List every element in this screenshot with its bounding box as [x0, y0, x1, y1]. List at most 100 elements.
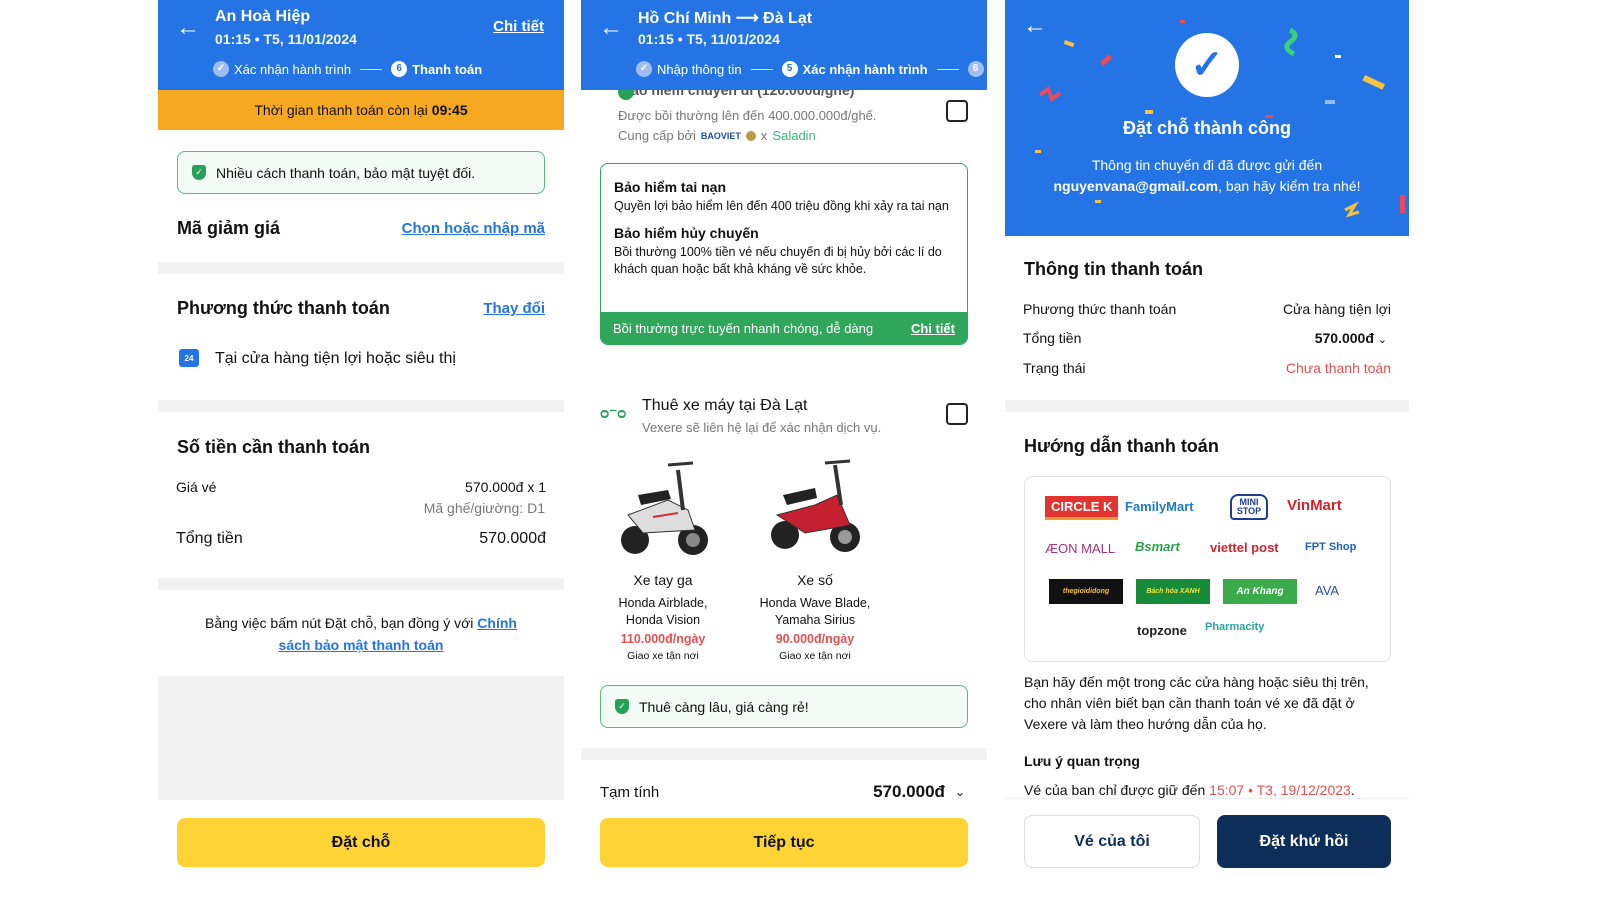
email: nguyenvana@gmail.com — [1053, 178, 1219, 194]
agreement: Bằng việc bấm nút Đặt chỗ, bạn đồng ý vớ… — [188, 612, 534, 656]
amount-title: Số tiền cần thanh toán — [177, 437, 371, 457]
step-number: 5 — [781, 61, 798, 77]
underbone-bike-image — [771, 459, 860, 552]
step-number: 6 — [391, 61, 408, 77]
info-value: 570.000đ — [1314, 330, 1374, 346]
back-arrow-icon[interactable]: ← — [599, 14, 623, 42]
insurance-item-desc: Quyền lợi bảo hiểm lên đến 400 triệu đồn… — [614, 199, 949, 213]
trip-insurance-checkbox[interactable] — [946, 100, 968, 122]
divider — [158, 400, 564, 412]
scooter-image — [621, 461, 708, 555]
bike-price: 110.000đ/ngày — [620, 632, 706, 646]
step-label: Xác nhận hành trình — [802, 61, 928, 77]
step-number: 6 — [967, 61, 984, 77]
my-tickets-button[interactable]: Vé của tôi — [1024, 815, 1200, 868]
notice-text: Thuê càng lâu, giá càng rẻ! — [639, 698, 809, 715]
rental-notice: ✓ Thuê càng lâu, giá càng rẻ! — [600, 685, 968, 728]
bike-card[interactable]: Xe số Honda Wave Blade, Yamaha Sirius 90… — [745, 455, 885, 662]
timer-label: Thời gian thanh toán còn lại — [254, 102, 428, 118]
success-banner: ← ✓ Đặt chỗ thành công Thông tin chuyến … — [1005, 0, 1409, 236]
guide-text: Bạn hãy đến một trong các cửa hàng hoặc … — [1024, 674, 1369, 732]
hold-deadline: 15:07 • T3, 19/12/2023 — [1209, 782, 1351, 798]
back-arrow-icon[interactable]: ← — [1023, 12, 1047, 40]
step-label: Xác nhận hành trình — [234, 61, 352, 77]
payment-screen: ← An Hoà Hiệp 01:15 • T5, 11/01/2024 Chi… — [158, 0, 564, 900]
store-24h-icon: 24 — [179, 349, 199, 367]
discount-title: Mã giảm giá — [177, 218, 281, 238]
insurance-item-title: Bảo hiểm hủy chuyến — [614, 225, 759, 241]
subtotal-label: Tạm tính — [600, 784, 660, 801]
notice-text: Nhiều cách thanh toán, bảo mật tuyệt đối… — [216, 164, 476, 181]
info-label: Tổng tiền — [1023, 330, 1082, 346]
guide-title: Hướng dẫn thanh toán — [1024, 436, 1219, 456]
trip-time: 01:15 • T5, 11/01/2024 — [638, 31, 780, 47]
divider — [158, 578, 564, 590]
total-value: 570.000đ — [479, 530, 546, 547]
step-divider — [360, 68, 383, 70]
status-value: Chưa thanh toán — [1285, 360, 1391, 376]
security-notice: ✓ Nhiều cách thanh toán, bảo mật tuyệt đ… — [177, 151, 545, 194]
saladin-logo: Saladin — [772, 128, 816, 143]
rental-subtitle: Vexere sẽ liên hệ lại để xác nhận dịch v… — [642, 420, 882, 435]
bike-type: Xe tay ga — [633, 572, 693, 588]
round-trip-button[interactable]: Đặt khứ hồi — [1217, 815, 1391, 868]
choose-code-link[interactable]: Chọn hoặc nhập mã — [402, 220, 545, 237]
store-logo: FamilyMart — [1125, 499, 1194, 514]
change-link[interactable]: Thay đổi — [483, 300, 545, 317]
chevron-down-icon: ⌄ — [1377, 334, 1387, 346]
continue-button[interactable]: Tiếp tục — [600, 818, 968, 867]
trip-title: An Hoà Hiệp — [215, 8, 311, 25]
payment-method-value[interactable]: Tại cửa hàng tiện lợi hoặc siêu thị — [215, 350, 456, 368]
total-toggle[interactable]: 570.000đ ⌄ — [1315, 330, 1391, 346]
store-logos: CIRCLE K FamilyMart MINI STOP VinMart ÆO… — [1024, 476, 1391, 662]
detail-link[interactable]: Chi tiết — [493, 18, 544, 35]
store-logo: Bách hóa XANH — [1136, 579, 1210, 604]
agreement-text: Bằng việc bấm nút Đặt chỗ, bạn đồng ý vớ… — [205, 615, 474, 631]
step-divider — [936, 68, 959, 70]
store-logo: An Khang — [1223, 579, 1297, 604]
info-row: Tổng tiền 570.000đ ⌄ — [1023, 330, 1391, 346]
timer-value: 09:45 — [431, 102, 468, 118]
payment-timer: Thời gian thanh toán còn lại 09:45 — [158, 90, 564, 130]
trip-time: 01:15 • T5, 11/01/2024 — [215, 31, 357, 47]
store-logo: AVA — [1315, 583, 1340, 598]
success-line: Thông tin chuyến đi đã được gửi đến — [1091, 157, 1323, 173]
store-logo: CIRCLE K — [1045, 496, 1119, 520]
step-label: Nhập thông tin — [657, 61, 742, 77]
store-logo: Pharmacity — [1205, 621, 1265, 633]
bike-note: Giao xe tận nơi — [779, 650, 851, 662]
motorbike-icon: ᴑ⁻ᴑ — [600, 405, 627, 422]
rental-checkbox[interactable] — [946, 403, 968, 425]
bike-card[interactable]: Xe tay ga Honda Airblade, Honda Vision 1… — [603, 455, 723, 662]
book-button[interactable]: Đặt chỗ — [177, 818, 545, 867]
info-row: Phương thức thanh toán Cửa hàng tiện lợi — [1023, 301, 1391, 317]
baoviet-logo: BAOVIET — [700, 130, 741, 141]
total-label: Tổng tiền — [176, 530, 243, 547]
divider — [1005, 400, 1409, 412]
store-logo: thegioididong — [1049, 579, 1123, 604]
chevron-down-icon: ⌄ — [954, 785, 965, 799]
insurance-box: Bảo hiểm tai nạn Quyền lợi bảo hiểm lên … — [600, 163, 968, 345]
fare-row: Giá vé 570.000đ x 1 — [176, 479, 546, 495]
subtotal-toggle[interactable]: 570.000đ ⌄ — [873, 782, 965, 802]
spacer — [158, 676, 564, 800]
shield-check-icon: ✓ — [615, 699, 629, 714]
seat-code: Mã ghế/giường: D1 — [423, 500, 545, 516]
baoviet-logo-icon — [745, 130, 756, 141]
insurance-detail-link[interactable]: Chi tiết — [911, 321, 955, 336]
confirm-trip-screen: Bảo hiểm chuyến đi (120.000đ/ghế) Được b… — [581, 0, 987, 900]
info-label: Trạng thái — [1023, 360, 1086, 376]
success-title: Đặt chỗ thành công — [1123, 118, 1291, 138]
insurance-footer: Bồi thường trực tuyến nhanh chóng, dễ dà… — [601, 312, 967, 344]
payment-info-title: Thông tin thanh toán — [1024, 259, 1203, 279]
times: x — [760, 128, 768, 143]
info-label: Phương thức thanh toán — [1023, 301, 1177, 317]
payment-method-title: Phương thức thanh toán — [177, 298, 390, 318]
info-value: Cửa hàng tiện lợi — [1282, 301, 1391, 317]
note-text: Vé của ban chỉ được giữ đến 15:07 • T3, … — [1024, 782, 1355, 798]
step-divider — [750, 68, 773, 70]
back-arrow-icon[interactable]: ← — [176, 14, 200, 42]
store-logo: MINI STOP — [1230, 494, 1268, 520]
note-end: . — [1350, 782, 1355, 798]
stepper: ✓ Xác nhận hành trình 6 Thanh toán — [213, 61, 482, 77]
